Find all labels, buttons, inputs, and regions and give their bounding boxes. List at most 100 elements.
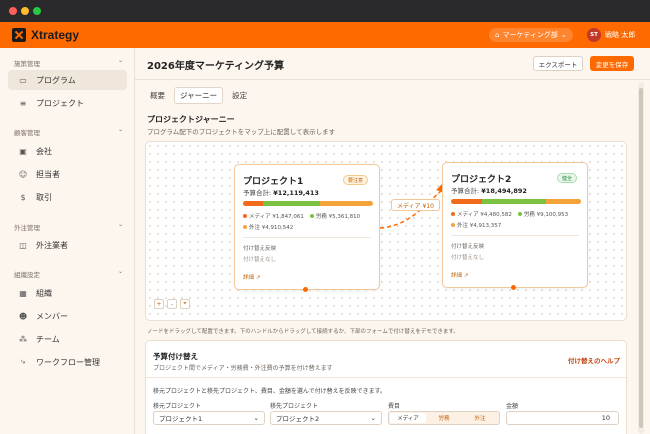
minimize-window-icon[interactable] [21, 7, 29, 15]
building-icon: ▣ [19, 146, 27, 156]
maximize-window-icon[interactable] [33, 7, 41, 15]
connect-handle[interactable] [511, 285, 516, 290]
export-button[interactable]: エクスポート [533, 56, 583, 71]
project-node-1[interactable]: プロジェクト1 要注意 予算合計: ¥12,119,413 メディア ¥1,84… [234, 164, 380, 292]
scrollbar-thumb[interactable] [639, 88, 643, 428]
save-changes-button[interactable]: 変更を保存 [590, 56, 634, 71]
dollar-icon: $ [20, 192, 26, 202]
legend-media: メディア ¥1,847,061 [243, 212, 304, 220]
reassign-help-link[interactable]: 付け替えのヘルプ [568, 355, 620, 365]
legend-labor: 労務 ¥5,361,810 [309, 212, 360, 220]
department-switcher[interactable]: ⌂ マーケティング部 ⌄ [489, 28, 573, 42]
source-project-label: 移元プロジェクト [153, 403, 202, 410]
source-project-select[interactable]: プロジェクト1 ⌄ [153, 411, 265, 425]
category-segmented-control: メディア 労務 外注 [388, 411, 500, 425]
edge-label[interactable]: メディア ¥10 [391, 199, 440, 211]
reassign-subtitle: プロジェクト間でメディア・労務費・外注費の予算を付け替えます [153, 365, 333, 372]
node-total: 予算合計: ¥18,494,892 [451, 187, 527, 195]
main-content: 2026年度マーケティング予算 エクスポート 変更を保存 概要 ジャーニー 設定… [135, 48, 650, 434]
status-badge: 健全 [557, 173, 578, 183]
budget-bar [451, 199, 581, 204]
reassign-label: 付け替え反映 [451, 244, 485, 250]
chevron-down-icon[interactable]: ⌄ [118, 126, 123, 133]
department-icon: ⌂ [495, 31, 500, 39]
legend-row: 外注 ¥4,910,542 [243, 223, 293, 231]
sidebar-item-contact[interactable]: ☺ 担当者 [8, 164, 127, 184]
tab-bar: 概要 ジャーニー 設定 [145, 87, 252, 104]
target-project-select[interactable]: プロジェクト2 ⌄ [270, 411, 382, 425]
journey-canvas[interactable]: プロジェクト1 要注意 予算合計: ¥12,119,413 メディア ¥1,84… [145, 141, 627, 321]
sidebar-item-organization[interactable]: ▦ 組織 [8, 283, 127, 303]
user-name[interactable]: 戦略 太郎 [605, 30, 635, 40]
detail-link[interactable]: 詳細 ↗ [451, 271, 468, 279]
app-header: Xtrategy ⌂ マーケティング部 ⌄ ST 戦略 太郎 [0, 22, 650, 48]
legend-outsource: 外注 ¥4,913,357 [451, 221, 501, 229]
sidebar-item-company[interactable]: ▣ 会社 [8, 141, 127, 161]
node-title: プロジェクト2 [451, 175, 512, 185]
sidebar-item-label: チーム [36, 334, 60, 344]
sidebar-item-label: ワークフロー管理 [36, 357, 100, 367]
window-titlebar [0, 0, 650, 22]
users-icon: ☺ [18, 169, 28, 179]
header-divider [135, 79, 650, 80]
page-title: 2026年度マーケティング予算 [147, 61, 285, 72]
legend-outsource: 外注 ¥4,910,542 [243, 223, 293, 231]
sidebar-item-label: プログラム [36, 75, 76, 85]
target-project-value: プロジェクト2 [276, 415, 320, 423]
category-option-media[interactable]: メディア [390, 413, 426, 423]
sidebar-item-member[interactable]: ☻ メンバー [8, 306, 127, 326]
fit-view-button[interactable]: ⌖ [180, 299, 190, 309]
sidebar-item-project[interactable]: ≡ プロジェクト [8, 93, 127, 113]
close-window-icon[interactable] [9, 7, 17, 15]
reassign-title: 予算付け替え [153, 352, 198, 361]
tab-overview[interactable]: 概要 [145, 87, 170, 104]
bar-segment-outsource [320, 201, 373, 206]
chevron-down-icon[interactable]: ⌄ [118, 221, 123, 228]
project-node-2[interactable]: プロジェクト2 健全 予算合計: ¥18,494,892 メディア ¥4,480… [442, 162, 588, 290]
tab-journey[interactable]: ジャーニー [174, 87, 224, 104]
chevron-down-icon[interactable]: ⌄ [118, 57, 123, 64]
zoom-out-button[interactable]: - [167, 299, 177, 309]
reassign-value: 付け替えなし [451, 255, 485, 261]
category-option-labor[interactable]: 労務 [426, 413, 462, 423]
app-name: Xtrategy [31, 28, 80, 42]
sidebar-item-deal[interactable]: $ 取引 [8, 187, 127, 207]
sidebar-item-label: 組織 [36, 288, 52, 298]
list-icon: ≡ [19, 98, 27, 108]
zoom-in-button[interactable]: + [154, 299, 164, 309]
legend-row: メディア ¥4,480,582 労務 ¥9,100,953 [451, 210, 568, 218]
canvas-hint: ノードをドラッグして配置できます。下のハンドルからドラッグして接続するか、下部の… [147, 329, 459, 335]
org-icon: ▦ [19, 288, 27, 298]
category-label: 費目 [388, 403, 401, 410]
avatar[interactable]: ST [587, 28, 601, 42]
detail-link[interactable]: 詳細 ↗ [243, 273, 260, 281]
sidebar-item-label: 担当者 [36, 169, 60, 179]
source-project-value: プロジェクト1 [159, 415, 203, 423]
journey-subtitle: プログラム配下のプロジェクトをマップ上に配置して表示します [147, 128, 336, 136]
sidebar-item-label: プロジェクト [36, 98, 84, 108]
chevron-down-icon: ⌄ [253, 414, 259, 422]
legend-row: 外注 ¥4,913,357 [451, 221, 501, 229]
target-project-label: 移先プロジェクト [270, 403, 319, 410]
user-icon: ☻ [18, 311, 28, 321]
amount-label: 金額 [506, 403, 519, 410]
workflow-icon: ⤷ [20, 357, 26, 366]
sidebar: 施策管理 ⌄ ▭ プログラム ≡ プロジェクト 顧客管理 ⌄ ▣ 会社 ☺ 担当… [0, 48, 135, 434]
team-icon: ⁂ [19, 334, 27, 344]
reassign-description: 移元プロジェクトと移先プロジェクト、費目、金額を選んで付け替えを反映できます。 [153, 388, 386, 395]
bar-segment-labor [262, 201, 321, 206]
node-divider [451, 235, 579, 236]
legend-labor: 労務 ¥9,100,953 [517, 210, 568, 218]
sidebar-item-team[interactable]: ⁂ チーム [8, 329, 127, 349]
sidebar-item-vendor[interactable]: ◫ 外注業者 [8, 235, 127, 255]
amount-input[interactable]: 10 [506, 411, 619, 425]
sidebar-item-workflow[interactable]: ⤷ ワークフロー管理 [8, 352, 127, 372]
tab-settings[interactable]: 設定 [227, 87, 252, 104]
app-logo[interactable]: Xtrategy [12, 27, 79, 43]
legend-row: メディア ¥1,847,061 労務 ¥5,361,810 [243, 212, 360, 220]
sidebar-item-program[interactable]: ▭ プログラム [8, 70, 127, 90]
reassign-label: 付け替え反映 [243, 246, 277, 252]
connect-handle[interactable] [303, 287, 308, 292]
chevron-down-icon[interactable]: ⌄ [118, 268, 123, 275]
category-option-outsource[interactable]: 外注 [462, 413, 498, 423]
